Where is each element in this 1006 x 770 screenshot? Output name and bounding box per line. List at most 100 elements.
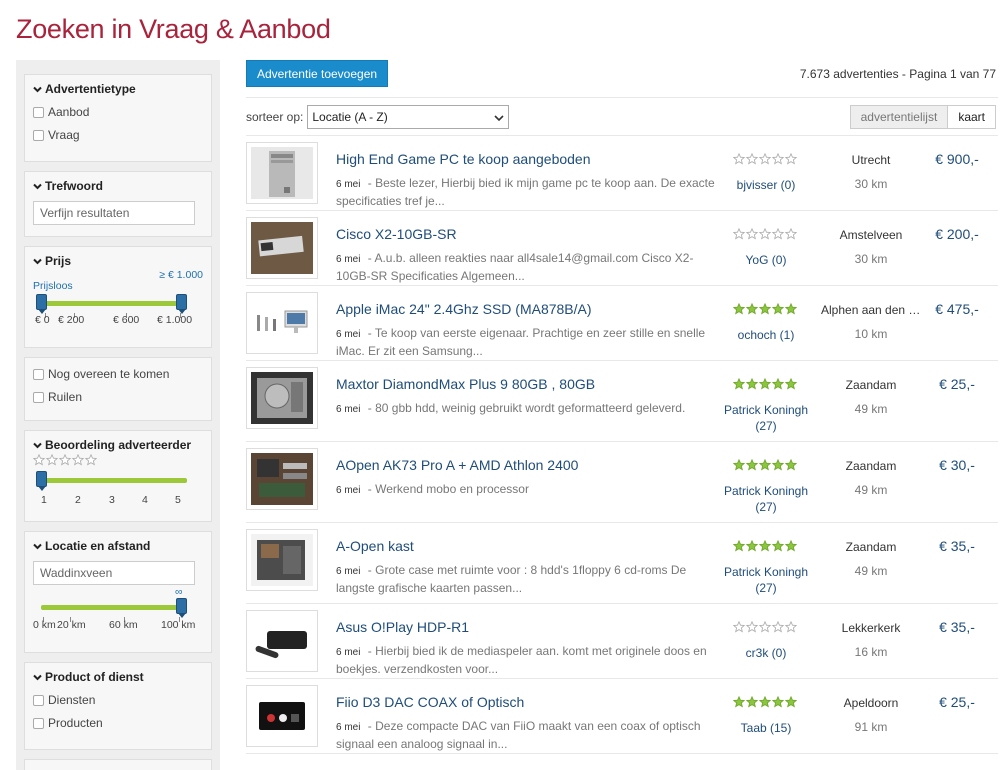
seller-link[interactable]: bjvisser (0)	[716, 177, 816, 193]
listing-description: 6 mei - Hierbij bied ik de mediaspeler a…	[336, 643, 721, 677]
price-tick-label: € 200	[58, 314, 85, 326]
tab-map[interactable]: kaart	[948, 105, 996, 129]
listing-date: 6 mei	[336, 329, 361, 340]
listing-date: 6 mei	[336, 647, 361, 658]
filter-more	[24, 759, 212, 770]
page-title: Zoeken in Vraag & Aanbod	[16, 14, 331, 44]
filter-price-header[interactable]: Prijs	[33, 254, 203, 268]
checkbox-exchange[interactable]: Ruilen	[33, 390, 203, 404]
listing-item[interactable]: High End Game PC te koop aangeboden 6 mei…	[246, 136, 998, 211]
listing-item[interactable]: Apple iMac 24" 2.4Ghz SSD (MA878B/A) 6 me…	[246, 286, 998, 361]
listing-title[interactable]: A-Open kast	[336, 538, 414, 554]
seller-link[interactable]: ochoch (1)	[716, 327, 816, 343]
price-min-label: Prijsloos	[33, 280, 73, 292]
listing-item[interactable]: Fiio D3 DAC COAX of Optisch 6 mei - Deze …	[246, 679, 998, 754]
rating-tick-label: 3	[109, 494, 115, 506]
listing-item[interactable]: Asus O!Play HDP-R1 6 mei - Hierbij bied i…	[246, 604, 998, 679]
listing-thumbnail[interactable]	[246, 217, 318, 279]
listing-title[interactable]: Fiio D3 DAC COAX of Optisch	[336, 694, 524, 710]
view-toggle: advertentielijst kaart	[849, 105, 996, 129]
checkbox-box[interactable]	[33, 368, 44, 380]
listing-date: 6 mei	[336, 179, 361, 190]
location-input[interactable]	[33, 561, 195, 585]
listing-item[interactable]: AOpen AK73 Pro A + AMD Athlon 2400 6 mei …	[246, 442, 998, 523]
listing-title[interactable]: Apple iMac 24" 2.4Ghz SSD (MA878B/A)	[336, 301, 592, 317]
seller-link[interactable]: Patrick Koningh (27)	[716, 564, 816, 596]
rating-tick-label: 5	[175, 494, 181, 506]
seller-rating-stars	[733, 696, 799, 708]
checkbox-label: Nog overeen te komen	[48, 367, 170, 381]
rating-slider: 1 2 3 4 5	[33, 452, 203, 516]
filter-location: Locatie en afstand ∞ 0 km 20 km 60 km 10…	[24, 531, 212, 653]
checkbox-negotiable[interactable]: Nog overeen te komen	[33, 367, 203, 381]
keyword-input[interactable]	[33, 201, 195, 225]
listing-thumbnail[interactable]	[246, 142, 318, 204]
checkbox-box[interactable]	[33, 129, 44, 141]
sort-select[interactable]: Locatie (A - Z)	[307, 104, 510, 129]
seller-link[interactable]: Patrick Koningh (27)	[716, 483, 816, 515]
filter-product-type-header[interactable]: Product of dienst	[33, 670, 203, 684]
rating-slider-track[interactable]	[41, 478, 187, 483]
seller-rating-stars	[733, 228, 799, 240]
price-slider-track[interactable]	[41, 301, 187, 306]
listing-item[interactable]: Cisco X2-10GB-SR 6 mei - A.u.b. alleen re…	[246, 211, 998, 286]
seller-link[interactable]: Patrick Koningh (27)	[716, 402, 816, 434]
listing-snippet: - Beste lezer, Hierbij bied ik mijn game…	[336, 176, 715, 208]
checkbox-services[interactable]: Diensten	[33, 693, 203, 707]
listing-city: Alphen aan den Rijn	[821, 303, 921, 317]
seller-link[interactable]: Taab (15)	[716, 720, 816, 736]
empty-stars-icon	[33, 454, 98, 466]
seller-link[interactable]: YoG (0)	[716, 252, 816, 268]
tab-advertisement-list[interactable]: advertentielijst	[849, 105, 949, 129]
rating-handle[interactable]	[36, 471, 47, 491]
seller-link[interactable]: cr3k (0)	[716, 645, 816, 661]
checkbox-box[interactable]	[33, 391, 44, 403]
rating-tick-label: 2	[75, 494, 81, 506]
listing-price: € 35,-	[939, 619, 975, 635]
add-advertisement-button[interactable]: Advertentie toevoegen	[246, 60, 388, 87]
checkbox-box[interactable]	[33, 694, 44, 706]
listing-title[interactable]: Maxtor DiamondMax Plus 9 80GB , 80GB	[336, 376, 595, 392]
listing-thumbnail[interactable]	[246, 610, 318, 672]
checkbox-box[interactable]	[33, 717, 44, 729]
listing-thumbnail[interactable]	[246, 529, 318, 591]
filter-keyword: Trefwoord	[24, 171, 212, 237]
listing-snippet: - Hierbij bied ik de mediaspeler aan. ko…	[336, 644, 707, 676]
chevron-down-icon	[33, 441, 42, 450]
seller-rating-stars	[733, 459, 799, 471]
listing-title[interactable]: AOpen AK73 Pro A + AMD Athlon 2400	[336, 457, 578, 473]
listing-item[interactable]: Maxtor DiamondMax Plus 9 80GB , 80GB 6 me…	[246, 361, 998, 442]
listing-thumbnail[interactable]	[246, 367, 318, 429]
price-slider: ≥ € 1.000 Prijsloos € 0 € 200 € 600 € 1.…	[33, 268, 203, 338]
checkbox-aanbod[interactable]: Aanbod	[33, 105, 203, 119]
listing-thumbnail[interactable]	[246, 292, 318, 354]
listing-distance: 30 km	[854, 177, 888, 191]
price-tick-label: € 600	[113, 314, 140, 326]
checkbox-products[interactable]: Producten	[33, 716, 203, 730]
listing-thumbnail[interactable]	[246, 685, 318, 747]
listing-title[interactable]: Asus O!Play HDP-R1	[336, 619, 469, 635]
distance-handle[interactable]	[176, 598, 187, 618]
checkbox-vraag[interactable]: Vraag	[33, 128, 203, 142]
listing-snippet: - 80 gbb hdd, weinig gebruikt wordt gefo…	[364, 401, 686, 415]
price-max-handle[interactable]	[176, 294, 187, 314]
price-min-handle[interactable]	[36, 294, 47, 314]
listing-title[interactable]: Cisco X2-10GB-SR	[336, 226, 457, 242]
filter-ad-type-header[interactable]: Advertentietype	[33, 82, 203, 96]
rating-tick-label: 1	[41, 494, 47, 506]
listing-city: Amstelveen	[839, 228, 903, 242]
listing-item[interactable]: A-Open kast 6 mei - Grote case met ruimte…	[246, 523, 998, 604]
listing-description: 6 mei - Beste lezer, Hierbij bied ik mij…	[336, 175, 721, 209]
listing-title[interactable]: High End Game PC te koop aangeboden	[336, 151, 591, 167]
listing-city: Zaandam	[845, 378, 897, 392]
checkbox-box[interactable]	[33, 106, 44, 118]
listing-distance: 30 km	[854, 252, 888, 266]
distance-tick-label: 20 km	[57, 619, 86, 631]
filter-location-header[interactable]: Locatie en afstand	[33, 539, 203, 553]
distance-slider-track[interactable]	[41, 605, 187, 610]
sort-label: sorteer op:	[246, 109, 304, 124]
filter-keyword-header[interactable]: Trefwoord	[33, 179, 203, 193]
filter-rating-header[interactable]: Beoordeling adverteerder	[33, 438, 203, 452]
listing-thumbnail[interactable]	[246, 448, 318, 510]
listing-distance: 16 km	[854, 645, 888, 659]
